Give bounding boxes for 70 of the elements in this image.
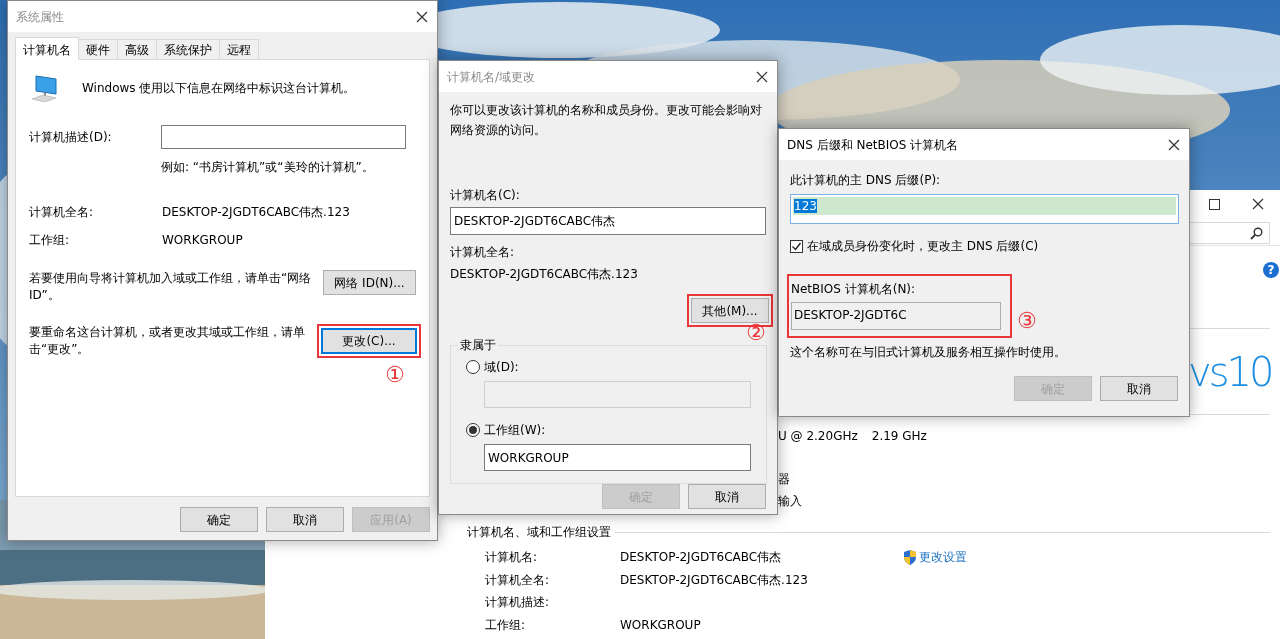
description-field[interactable] — [161, 125, 406, 149]
field-value: DESKTOP-2JGDT6CABC伟杰.123 — [162, 204, 351, 220]
field-label: 计算机名(C): — [450, 187, 521, 203]
field-label: 计算机全名: — [450, 244, 516, 260]
radio-label: 域(D): — [484, 359, 519, 375]
change-button[interactable]: 更改(C)... — [321, 328, 417, 354]
annotation-number: ③ — [1017, 309, 1037, 333]
tab[interactable]: 高级 — [117, 39, 157, 59]
intro-text: 你可以更改该计算机的名称和成员身份。更改可能会影响对网络资源的访问。 — [450, 102, 763, 139]
instruction-text: 若要使用向导将计算机加入域或工作组，请单击“网络 ID”。 — [29, 270, 313, 304]
tab[interactable]: 远程 — [219, 39, 259, 59]
netbios-name-field[interactable]: DESKTOP-2JGDT6C — [791, 302, 1001, 330]
close-icon[interactable] — [756, 70, 768, 83]
processor-speed: 2.19 GHz — [871, 428, 927, 444]
change-settings-link[interactable]: 更改设置 — [903, 549, 1280, 566]
field-label: 此计算机的主 DNS 后缀(P): — [790, 172, 942, 188]
dialog-button[interactable]: 取消 — [266, 507, 344, 532]
field-label: 计算机描述: — [485, 594, 551, 611]
checkbox-label: 在域成员身份变化时，更改主 DNS 后缀(C) — [807, 238, 1039, 254]
more-button[interactable]: 其他(M)... — [691, 298, 769, 323]
radio-button[interactable] — [466, 423, 480, 437]
search-icon[interactable] — [1250, 226, 1263, 240]
field-value: WORKGROUP — [162, 232, 244, 248]
dns-suffix-field[interactable]: 123 — [790, 194, 1179, 224]
field-value: DESKTOP-2JGDT6CABC伟杰.123 — [450, 266, 639, 282]
window-title: 计算机名/域更改 — [447, 68, 536, 85]
windows-logo: vs10 — [1188, 347, 1272, 396]
group-title: 隶属于 — [459, 337, 497, 353]
field-label: 工作组: — [485, 616, 527, 633]
help-icon[interactable]: ? — [1263, 262, 1279, 278]
close-icon[interactable] — [1168, 138, 1180, 151]
annotation-number: ① — [385, 363, 405, 387]
radio-label: 工作组(W): — [484, 422, 546, 438]
field-value: 123 — [794, 199, 817, 213]
field-label: 工作组: — [29, 232, 71, 248]
network-id-button[interactable]: 网络 ID(N)... — [323, 270, 416, 295]
input-field[interactable]: WORKGROUP — [484, 444, 751, 471]
tab[interactable]: 计算机名 — [15, 37, 79, 60]
dialog-button[interactable]: 确定 — [180, 507, 258, 532]
hint-text: 例如: “书房计算机”或“美玲的计算机”。 — [161, 159, 375, 175]
field-label: 计算机全名: — [485, 571, 551, 588]
maximize-icon[interactable] — [1208, 198, 1220, 210]
dialog-button[interactable]: 取消 — [688, 484, 766, 509]
window-title: 系统属性 — [16, 8, 64, 25]
shield-icon — [903, 549, 917, 565]
info-text: 器 — [778, 471, 791, 488]
field-label: NetBIOS 计算机名(N): — [791, 282, 916, 296]
instruction-text: 要重命名这台计算机，或者更改其域或工作组，请单击“更改”。 — [29, 324, 306, 358]
computer-name-field[interactable]: DESKTOP-2JGDT6CABC伟杰 — [450, 207, 766, 235]
section-title: 计算机名、域和工作组设置 — [467, 524, 611, 540]
intro-text: Windows 使用以下信息在网络中标识这台计算机。 — [82, 80, 356, 96]
close-icon[interactable] — [416, 10, 428, 23]
checkbox[interactable] — [790, 239, 803, 253]
field-label: 计算机名: — [485, 549, 539, 566]
computer-icon — [30, 74, 58, 102]
close-icon[interactable] — [1252, 198, 1264, 210]
field-value: DESKTOP-2JGDT6CABC伟杰 — [620, 549, 783, 566]
tab[interactable]: 系统保护 — [156, 39, 220, 59]
input-field[interactable] — [484, 381, 751, 408]
field-label: 计算机描述(D): — [29, 129, 113, 145]
dialog-button[interactable]: 取消 — [1100, 376, 1178, 401]
note-text: 这个名称可在与旧式计算机及服务相互操作时使用。 — [790, 344, 1067, 360]
field-value: DESKTOP-2JGDT6CABC伟杰.123 — [620, 571, 809, 588]
processor-text: U @ 2.20GHz — [778, 428, 858, 444]
info-text: 输入 — [778, 493, 803, 510]
field-label: 计算机全名: — [29, 204, 95, 220]
window-title: DNS 后缀和 NetBIOS 计算机名 — [787, 136, 959, 153]
tab[interactable]: 硬件 — [78, 39, 118, 59]
field-value: WORKGROUP — [620, 616, 702, 633]
radio-button[interactable] — [466, 360, 480, 374]
